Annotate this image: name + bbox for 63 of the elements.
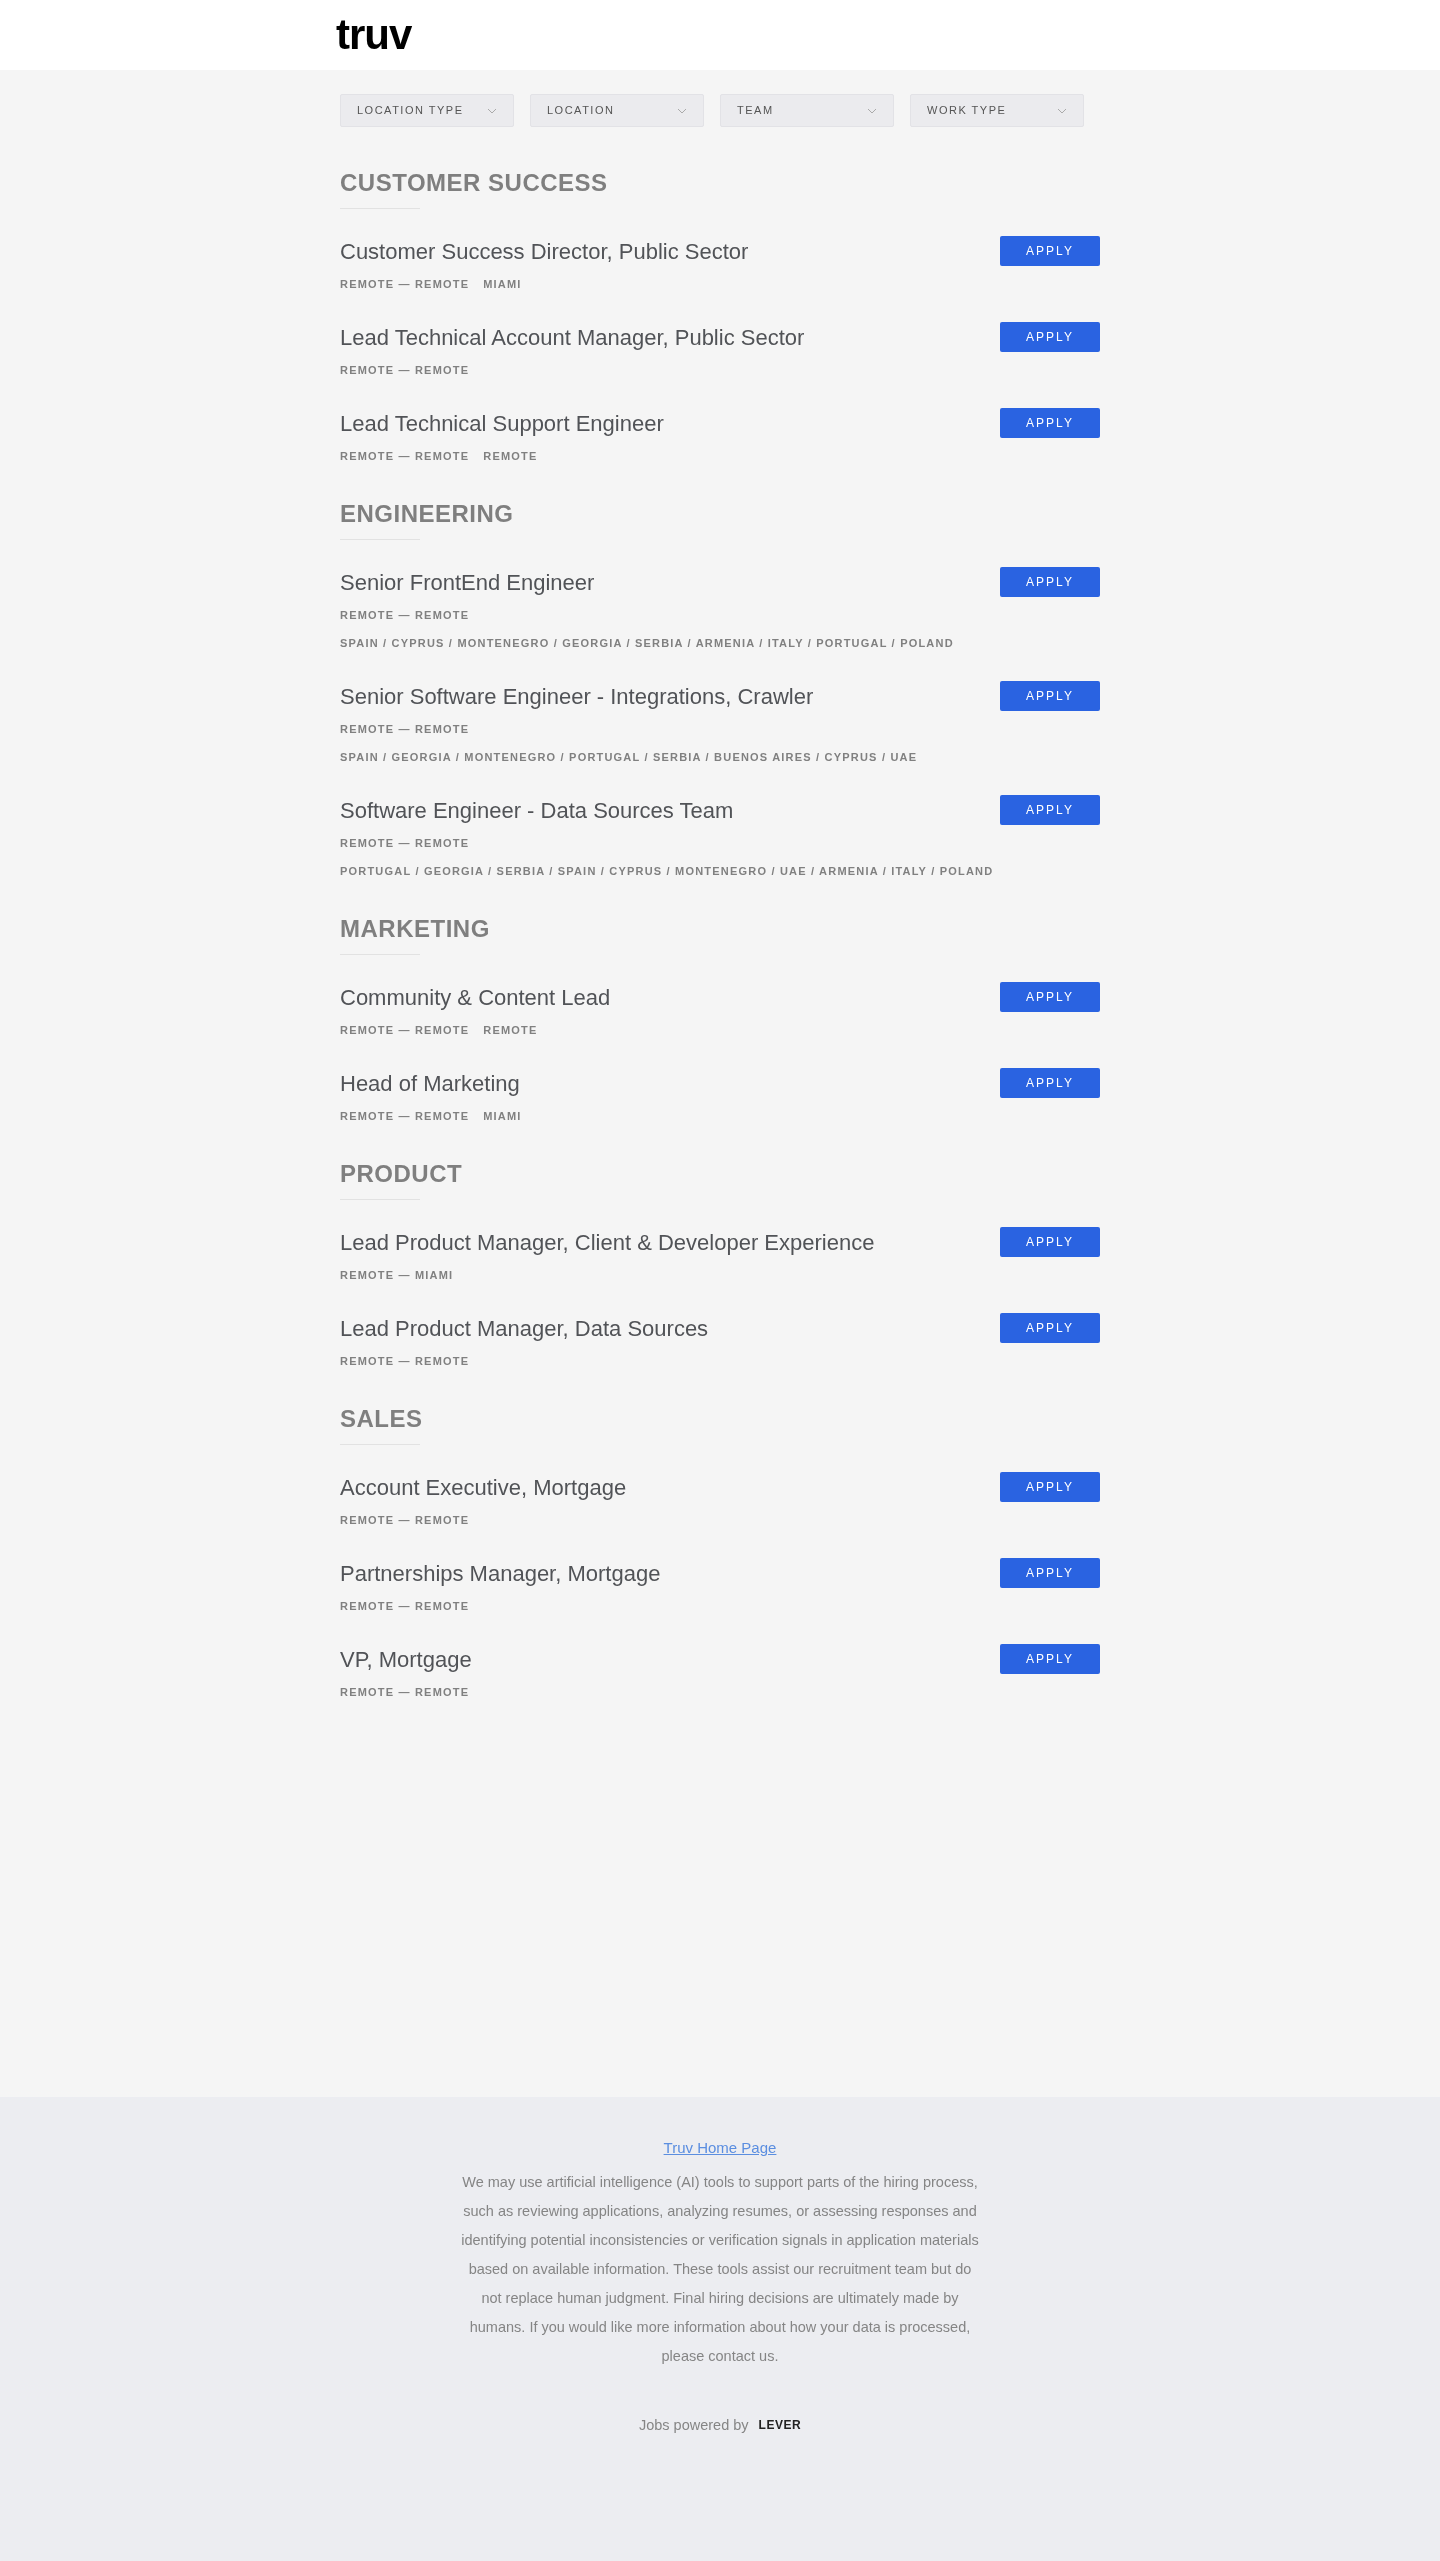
job-tag: REMOTE — REMOTE (340, 715, 470, 743)
lever-logo[interactable]: LEVER (758, 2416, 802, 2435)
filter-dropdown[interactable]: WORK TYPE (910, 94, 1084, 127)
job-tag: REMOTE — REMOTE (340, 601, 470, 629)
job-title-link[interactable]: Lead Product Manager, Data Sources (340, 1313, 980, 1345)
apply-button[interactable]: APPLY (1000, 408, 1100, 438)
job-tag: REMOTE — REMOTE (340, 1592, 470, 1620)
apply-button[interactable]: APPLY (1000, 236, 1100, 266)
job-tag: MIAMI (483, 270, 522, 298)
section-heading: CUSTOMER SUCCESS (340, 168, 609, 198)
job-title-link[interactable]: Partnerships Manager, Mortgage (340, 1558, 980, 1590)
section-heading: SALES (340, 1404, 424, 1434)
job-title-link[interactable]: Lead Technical Support Engineer (340, 408, 980, 440)
chevron-down-icon (1057, 107, 1067, 114)
filter-dropdown[interactable]: LOCATION (530, 94, 704, 127)
job-title-link[interactable]: Senior Software Engineer - Integrations, Crawler (340, 681, 980, 713)
job-tag: REMOTE (483, 1016, 538, 1044)
job-title-link[interactable]: Community & Content Lead (340, 982, 980, 1014)
section-heading: PRODUCT (340, 1159, 464, 1189)
apply-button[interactable]: APPLY (1000, 567, 1100, 597)
job-tag: REMOTE — REMOTE (340, 1347, 470, 1375)
filter-dropdown[interactable]: TEAM (720, 94, 894, 127)
chevron-down-icon (867, 107, 877, 114)
powered-by-text: Jobs powered by (638, 2415, 749, 2435)
apply-button[interactable]: APPLY (1000, 1068, 1100, 1098)
section-heading: ENGINEERING (340, 499, 515, 529)
job-tag: PORTUGAL / GEORGIA / SERBIA / SPAIN / CYPRUS / MONTENEGRO / UAE / ARMENIA / ITALY / POLAND (340, 857, 994, 885)
job-tag: REMOTE — REMOTE (340, 442, 470, 470)
job-tag: REMOTE — REMOTE (340, 1678, 470, 1706)
job-title-link[interactable]: Head of Marketing (340, 1068, 980, 1100)
chevron-down-icon (487, 107, 497, 114)
apply-button[interactable]: APPLY (1000, 1227, 1100, 1257)
chevron-down-icon (677, 107, 687, 114)
ai-notice-text: We may use artificial intelligence (AI) tools to support parts of the hiring process, such as reviewing applications, analyzing resumes, or assessing responses and identifying potential inconsistencies or verification signals in application materials based on available information. These tools assist our recruitment team but do not replace human judgment. Final hiring decisions are ultimately made by humans. If you would like more information about how your data is processed, please contact us. (460, 2172, 980, 2366)
apply-button[interactable]: APPLY (1000, 322, 1100, 352)
apply-button[interactable]: APPLY (1000, 1558, 1100, 1588)
job-title-link[interactable]: VP, Mortgage (340, 1644, 980, 1676)
job-tag: REMOTE — REMOTE (340, 356, 470, 384)
job-tag: REMOTE — REMOTE (340, 1016, 470, 1044)
job-tag: SPAIN / CYPRUS / MONTENEGRO / GEORGIA / SERBIA / ARMENIA / ITALY / PORTUGAL / POLAND (340, 629, 954, 657)
job-title-link[interactable]: Account Executive, Mortgage (340, 1472, 980, 1504)
job-tag: REMOTE — MIAMI (340, 1261, 454, 1289)
job-title-link[interactable]: Lead Product Manager, Client & Developer Experience (340, 1227, 980, 1259)
job-title-link[interactable]: Senior FrontEnd Engineer (340, 567, 980, 599)
job-tag: REMOTE — REMOTE (340, 829, 470, 857)
apply-button[interactable]: APPLY (1000, 1472, 1100, 1502)
job-title-link[interactable]: Software Engineer - Data Sources Team (340, 795, 980, 827)
logo[interactable]: truv (336, 14, 412, 56)
job-tag: REMOTE (483, 442, 538, 470)
apply-button[interactable]: APPLY (1000, 1313, 1100, 1343)
job-tag: REMOTE — REMOTE (340, 1102, 470, 1130)
section-heading: MARKETING (340, 914, 491, 944)
job-tag: MIAMI (483, 1102, 522, 1130)
apply-button[interactable]: APPLY (1000, 681, 1100, 711)
filter-dropdown[interactable]: LOCATION TYPE (340, 94, 514, 127)
job-tag: SPAIN / GEORGIA / MONTENEGRO / PORTUGAL / SERBIA / BUENOS AIRES / CYPRUS / UAE (340, 743, 918, 771)
job-title-link[interactable]: Customer Success Director, Public Sector (340, 236, 980, 268)
job-tag: REMOTE — REMOTE (340, 270, 470, 298)
job-title-link[interactable]: Lead Technical Account Manager, Public Sector (340, 322, 980, 354)
apply-button[interactable]: APPLY (1000, 795, 1100, 825)
apply-button[interactable]: APPLY (1000, 1644, 1100, 1674)
apply-button[interactable]: APPLY (1000, 982, 1100, 1012)
job-tag: REMOTE — REMOTE (340, 1506, 470, 1534)
